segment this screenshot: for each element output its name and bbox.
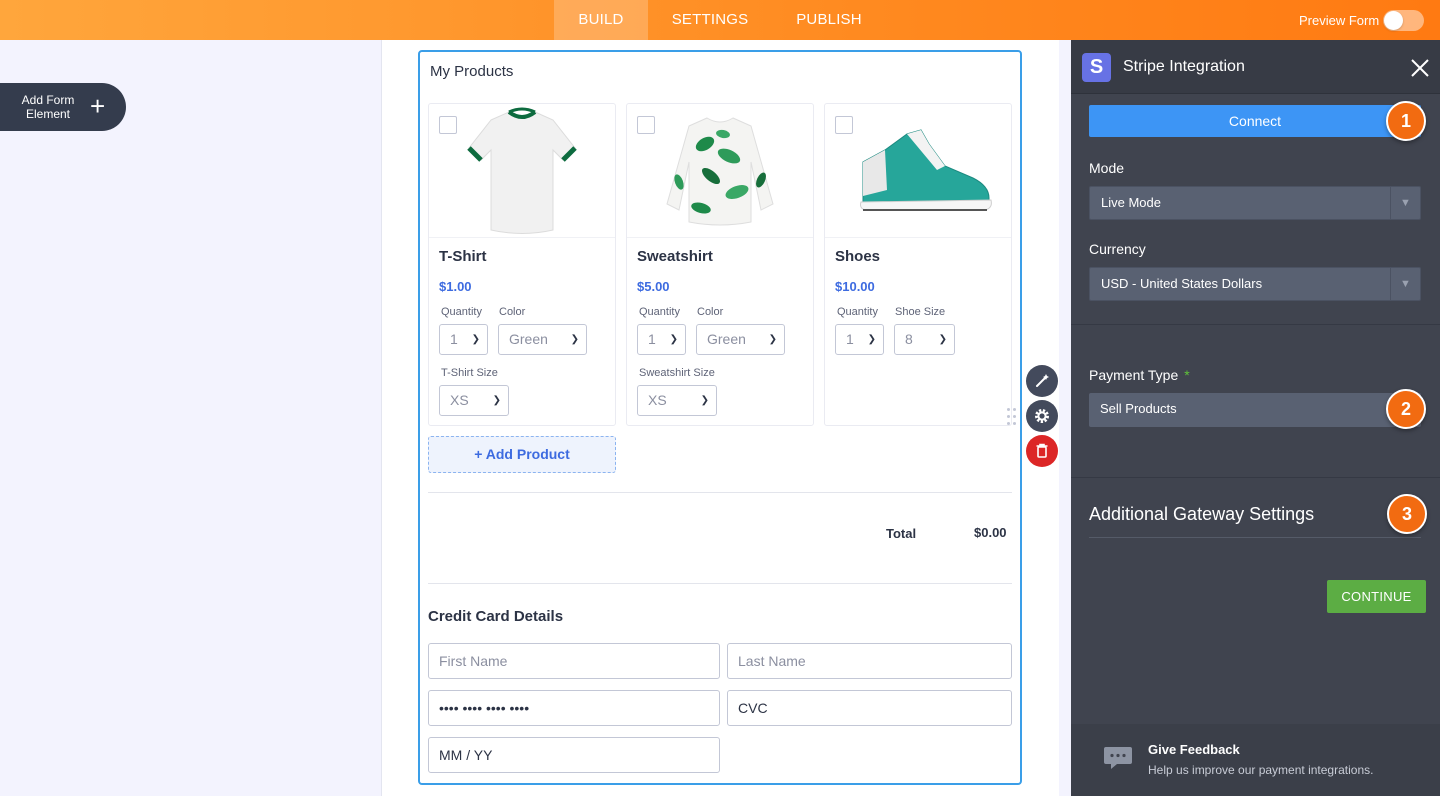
add-product-button[interactable]: + Add Product — [428, 436, 616, 473]
payment-type-text: Payment Type — [1089, 367, 1179, 383]
size-value: XS — [648, 392, 667, 408]
currency-value: USD - United States Dollars — [1101, 276, 1263, 291]
product-name: T-Shirt — [439, 248, 487, 265]
trash-icon[interactable] — [1026, 435, 1058, 467]
tab-build[interactable]: BUILD — [554, 0, 648, 40]
chevron-down-icon: ❯ — [700, 395, 709, 406]
tab-settings[interactable]: SETTINGS — [655, 0, 765, 40]
feedback-title: Give Feedback — [1148, 742, 1240, 757]
close-icon[interactable] — [1409, 54, 1431, 80]
connect-button[interactable]: Connect — [1089, 105, 1421, 137]
product-price: $5.00 — [637, 279, 670, 294]
payment-type-value: Sell Products — [1100, 401, 1177, 416]
product-price: $1.00 — [439, 279, 472, 294]
cvc-field[interactable]: CVC — [727, 690, 1012, 726]
add-form-element-button[interactable]: Add Form Element + — [0, 83, 126, 131]
gear-icon[interactable] — [1026, 400, 1058, 432]
expiry-field[interactable]: MM / YY — [428, 737, 720, 773]
chevron-down-icon: ❯ — [471, 334, 480, 345]
color-label: Color — [499, 306, 526, 318]
preview-form-label: Preview Form — [1299, 13, 1380, 28]
caret-down-icon: ▼ — [1390, 268, 1420, 300]
first-name-field[interactable]: First Name — [428, 643, 720, 679]
plus-icon: + — [90, 91, 106, 121]
step-badge-2: 2 — [1386, 389, 1426, 429]
payment-type-select[interactable]: Sell Products — [1089, 393, 1421, 427]
panel-title: Stripe Integration — [1123, 58, 1245, 75]
quantity-value: 1 — [450, 331, 458, 347]
color-value: Green — [509, 331, 548, 347]
quantity-value: 1 — [846, 331, 854, 347]
mode-value: Live Mode — [1101, 195, 1161, 210]
products-title: My Products — [430, 63, 514, 80]
chat-bubble-icon — [1103, 745, 1133, 771]
color-label: Color — [697, 306, 724, 318]
card-number-field[interactable]: •••• •••• •••• •••• — [428, 690, 720, 726]
shoe-size-value: 8 — [905, 331, 913, 347]
caret-down-icon: ▼ — [1390, 187, 1420, 219]
divider — [428, 492, 1012, 493]
size-label: T-Shirt Size — [441, 367, 498, 379]
product-name: Shoes — [835, 248, 881, 265]
color-value: Green — [707, 331, 746, 347]
quantity-label: Quantity — [441, 306, 482, 318]
shoe-size-label: Shoe Size — [895, 306, 946, 318]
mode-label: Mode — [1089, 160, 1125, 176]
step-badge-3: 3 — [1387, 494, 1427, 534]
product-card-shoes: Shoes $10.00 Quantity Shoe Size 1 ❯ 8 ❯ — [824, 103, 1012, 426]
divider — [1071, 324, 1440, 325]
feedback-subtitle: Help us improve our payment integrations… — [1148, 763, 1374, 777]
chevron-down-icon: ❯ — [768, 334, 777, 345]
product-checkbox[interactable] — [835, 116, 853, 134]
preview-form-toggle[interactable] — [1383, 10, 1424, 31]
stripe-logo-icon: S — [1082, 53, 1111, 82]
total-label: Total — [886, 526, 917, 541]
mode-select[interactable]: Live Mode ▼ — [1089, 186, 1421, 220]
quantity-label: Quantity — [639, 306, 680, 318]
divider — [1089, 537, 1421, 538]
credit-card-title: Credit Card Details — [428, 608, 564, 625]
continue-button[interactable]: CONTINUE — [1327, 580, 1426, 613]
quantity-select[interactable]: 1 ❯ — [637, 324, 686, 355]
chevron-down-icon: ❯ — [570, 334, 579, 345]
last-name-field[interactable]: Last Name — [727, 643, 1012, 679]
tab-publish[interactable]: PUBLISH — [780, 0, 878, 40]
toggle-knob — [1384, 11, 1403, 30]
product-card-sweatshirt: Sweatshirt $5.00 Quantity Color 1 ❯ Green… — [626, 103, 814, 426]
required-asterisk: * — [1184, 367, 1190, 383]
payment-type-label: Payment Type * — [1089, 367, 1190, 383]
product-checkbox[interactable] — [439, 116, 457, 134]
chevron-down-icon: ❯ — [669, 334, 678, 345]
quantity-label: Quantity — [837, 306, 878, 318]
additional-gateway-settings-toggle[interactable]: Additional Gateway Settings — [1089, 504, 1314, 525]
color-select[interactable]: Green ❯ — [498, 324, 587, 355]
product-card-tshirt: T-Shirt $1.00 Quantity Color 1 ❯ Green ❯ T… — [428, 103, 616, 426]
chevron-down-icon: ❯ — [492, 395, 501, 406]
size-select[interactable]: XS ❯ — [637, 385, 717, 416]
left-panel — [0, 40, 382, 796]
chevron-down-icon: ❯ — [867, 334, 876, 345]
quantity-select[interactable]: 1 ❯ — [439, 324, 488, 355]
product-price: $10.00 — [835, 279, 875, 294]
canvas-gutter — [1059, 40, 1071, 796]
divider — [1071, 477, 1440, 478]
product-name: Sweatshirt — [637, 248, 713, 265]
add-form-element-label: Add Form Element — [21, 93, 75, 121]
magic-wand-icon[interactable] — [1026, 365, 1058, 397]
chevron-down-icon: ❯ — [938, 334, 947, 345]
size-value: XS — [450, 392, 469, 408]
color-select[interactable]: Green ❯ — [696, 324, 785, 355]
size-select[interactable]: XS ❯ — [439, 385, 509, 416]
currency-select[interactable]: USD - United States Dollars ▼ — [1089, 267, 1421, 301]
divider — [428, 583, 1012, 584]
quantity-value: 1 — [648, 331, 656, 347]
product-checkbox[interactable] — [637, 116, 655, 134]
size-label: Sweatshirt Size — [639, 367, 715, 379]
shoe-size-select[interactable]: 8 ❯ — [894, 324, 955, 355]
drag-handle[interactable] — [1007, 408, 1017, 426]
step-badge-1: 1 — [1386, 101, 1426, 141]
quantity-select[interactable]: 1 ❯ — [835, 324, 884, 355]
currency-label: Currency — [1089, 241, 1146, 257]
total-value: $0.00 — [974, 525, 1007, 540]
